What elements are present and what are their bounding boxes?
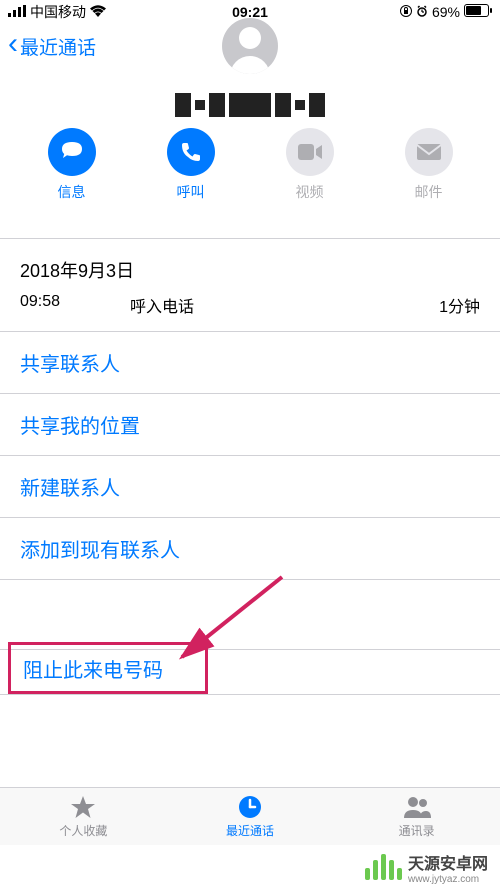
video-icon	[286, 128, 334, 176]
tab-contacts[interactable]: 通讯录	[333, 788, 500, 845]
history-date: 2018年9月3日	[20, 257, 480, 283]
message-button[interactable]: 信息	[34, 128, 110, 202]
video-button: 视频	[272, 128, 348, 202]
history-entry: 09:58 呼入电话 1分钟	[20, 293, 480, 317]
block-caller-button[interactable]: 阻止此来电号码	[8, 642, 208, 694]
call-history-section: 2018年9月3日 09:58 呼入电话 1分钟	[0, 238, 500, 332]
contact-avatar[interactable]	[222, 18, 278, 74]
watermark-url: www.jytyaz.com	[408, 874, 479, 885]
mail-button: 邮件	[391, 128, 467, 202]
signal-icon	[8, 4, 26, 20]
action-row: 信息 呼叫 视频 邮件	[0, 120, 500, 202]
battery-label: 69%	[432, 4, 460, 20]
message-icon	[48, 128, 96, 176]
call-label: 呼叫	[177, 182, 205, 202]
video-label: 视频	[296, 182, 324, 202]
contact-name	[0, 90, 500, 120]
wifi-icon	[90, 4, 106, 20]
history-time: 09:58	[20, 293, 130, 317]
watermark-logo-icon	[365, 854, 402, 880]
block-caller-label: 阻止此来电号码	[23, 654, 163, 683]
chevron-left-icon: ‹	[8, 29, 18, 59]
back-label: 最近通话	[20, 33, 96, 60]
contacts-icon	[402, 794, 432, 820]
carrier-label: 中国移动	[30, 2, 86, 22]
tab-favorites[interactable]: 个人收藏	[0, 788, 167, 845]
phone-icon	[167, 128, 215, 176]
add-existing-contact-button[interactable]: 添加到现有联系人	[0, 518, 500, 580]
nav-bar: ‹ 最近通话	[0, 24, 500, 68]
message-label: 信息	[58, 182, 86, 202]
history-type: 呼入电话	[130, 293, 439, 317]
share-contact-button[interactable]: 共享联系人	[0, 332, 500, 394]
tab-contacts-label: 通讯录	[399, 822, 435, 839]
battery-icon	[464, 4, 492, 20]
clock-icon	[237, 794, 263, 820]
new-contact-button[interactable]: 新建联系人	[0, 456, 500, 518]
share-location-button[interactable]: 共享我的位置	[0, 394, 500, 456]
watermark-title: 天源安卓网	[408, 850, 488, 874]
star-icon	[70, 794, 96, 820]
tab-bar: 个人收藏 最近通话 通讯录	[0, 787, 500, 845]
lock-icon	[400, 4, 412, 20]
watermark: 天源安卓网 www.jytyaz.com	[0, 845, 500, 889]
mail-label: 邮件	[415, 182, 443, 202]
back-button[interactable]: ‹ 最近通话	[8, 33, 96, 60]
call-button[interactable]: 呼叫	[153, 128, 229, 202]
tab-favorites-label: 个人收藏	[59, 822, 107, 839]
mail-icon	[405, 128, 453, 176]
tab-recents-label: 最近通话	[226, 822, 274, 839]
tab-recents[interactable]: 最近通话	[167, 788, 334, 845]
history-duration: 1分钟	[439, 293, 480, 317]
alarm-icon	[416, 4, 428, 20]
